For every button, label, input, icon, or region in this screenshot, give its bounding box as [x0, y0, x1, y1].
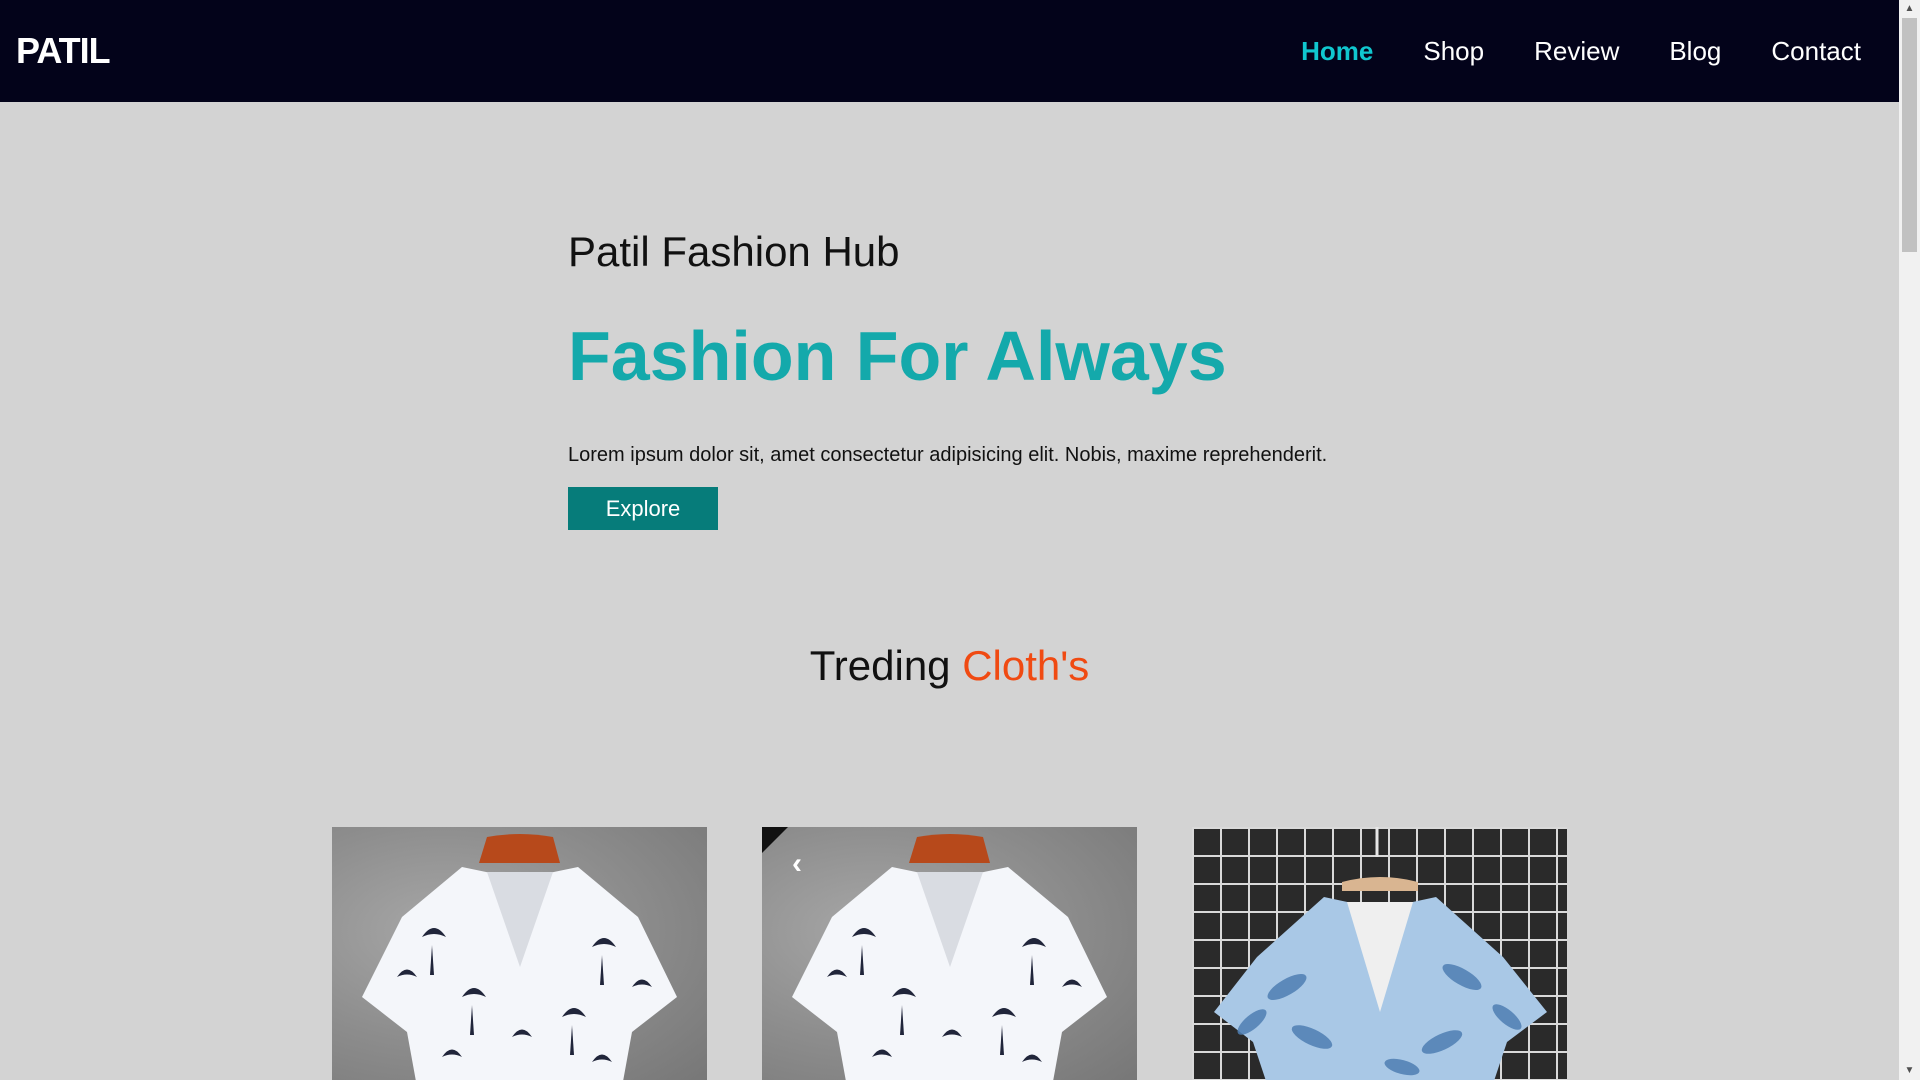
- scroll-down-arrow-icon[interactable]: ▼: [1899, 1062, 1920, 1080]
- trending-heading: Treding Cloth's: [0, 642, 1899, 690]
- product-carousel: ‹: [332, 827, 1567, 1080]
- nav-link-shop[interactable]: Shop: [1423, 36, 1484, 67]
- carousel-prev-arrow-icon[interactable]: ‹: [792, 849, 802, 879]
- navbar: PATIL Home Shop Review Blog Contact: [0, 0, 1899, 102]
- product-card[interactable]: [332, 827, 707, 1080]
- scrollbar-thumb[interactable]: [1902, 18, 1917, 252]
- hero-subtitle: Patil Fashion Hub: [568, 228, 900, 275]
- trending-heading-main: Treding: [809, 642, 951, 689]
- scroll-up-arrow-icon[interactable]: ▲: [1899, 0, 1920, 18]
- nav-link-blog[interactable]: Blog: [1669, 36, 1721, 67]
- nav-link-contact[interactable]: Contact: [1771, 36, 1861, 67]
- blue-leaf-print-shirt-icon: [1214, 827, 1547, 1080]
- product-card[interactable]: [1192, 827, 1567, 1080]
- hero-section: Patil Fashion Hub Fashion For Always Lor…: [568, 228, 1468, 530]
- product-card[interactable]: ‹: [762, 827, 1137, 1080]
- white-palm-print-shirt-icon: [792, 834, 1107, 1080]
- brand-logo[interactable]: PATIL: [16, 30, 111, 72]
- nav-links: Home Shop Review Blog Contact: [1251, 36, 1861, 67]
- white-palm-print-shirt-icon: [362, 834, 677, 1080]
- nav-link-home[interactable]: Home: [1301, 36, 1373, 67]
- explore-button[interactable]: Explore: [568, 487, 718, 530]
- hero-description: Lorem ipsum dolor sit, amet consectetur …: [568, 444, 1328, 466]
- page: PATIL Home Shop Review Blog Contact Pati…: [0, 0, 1920, 1080]
- vertical-scrollbar[interactable]: ▲ ▼: [1899, 0, 1920, 1080]
- trending-heading-accent: Cloth's: [962, 642, 1090, 689]
- nav-link-review[interactable]: Review: [1534, 36, 1619, 67]
- hero-title: Fashion For Always: [568, 317, 1227, 395]
